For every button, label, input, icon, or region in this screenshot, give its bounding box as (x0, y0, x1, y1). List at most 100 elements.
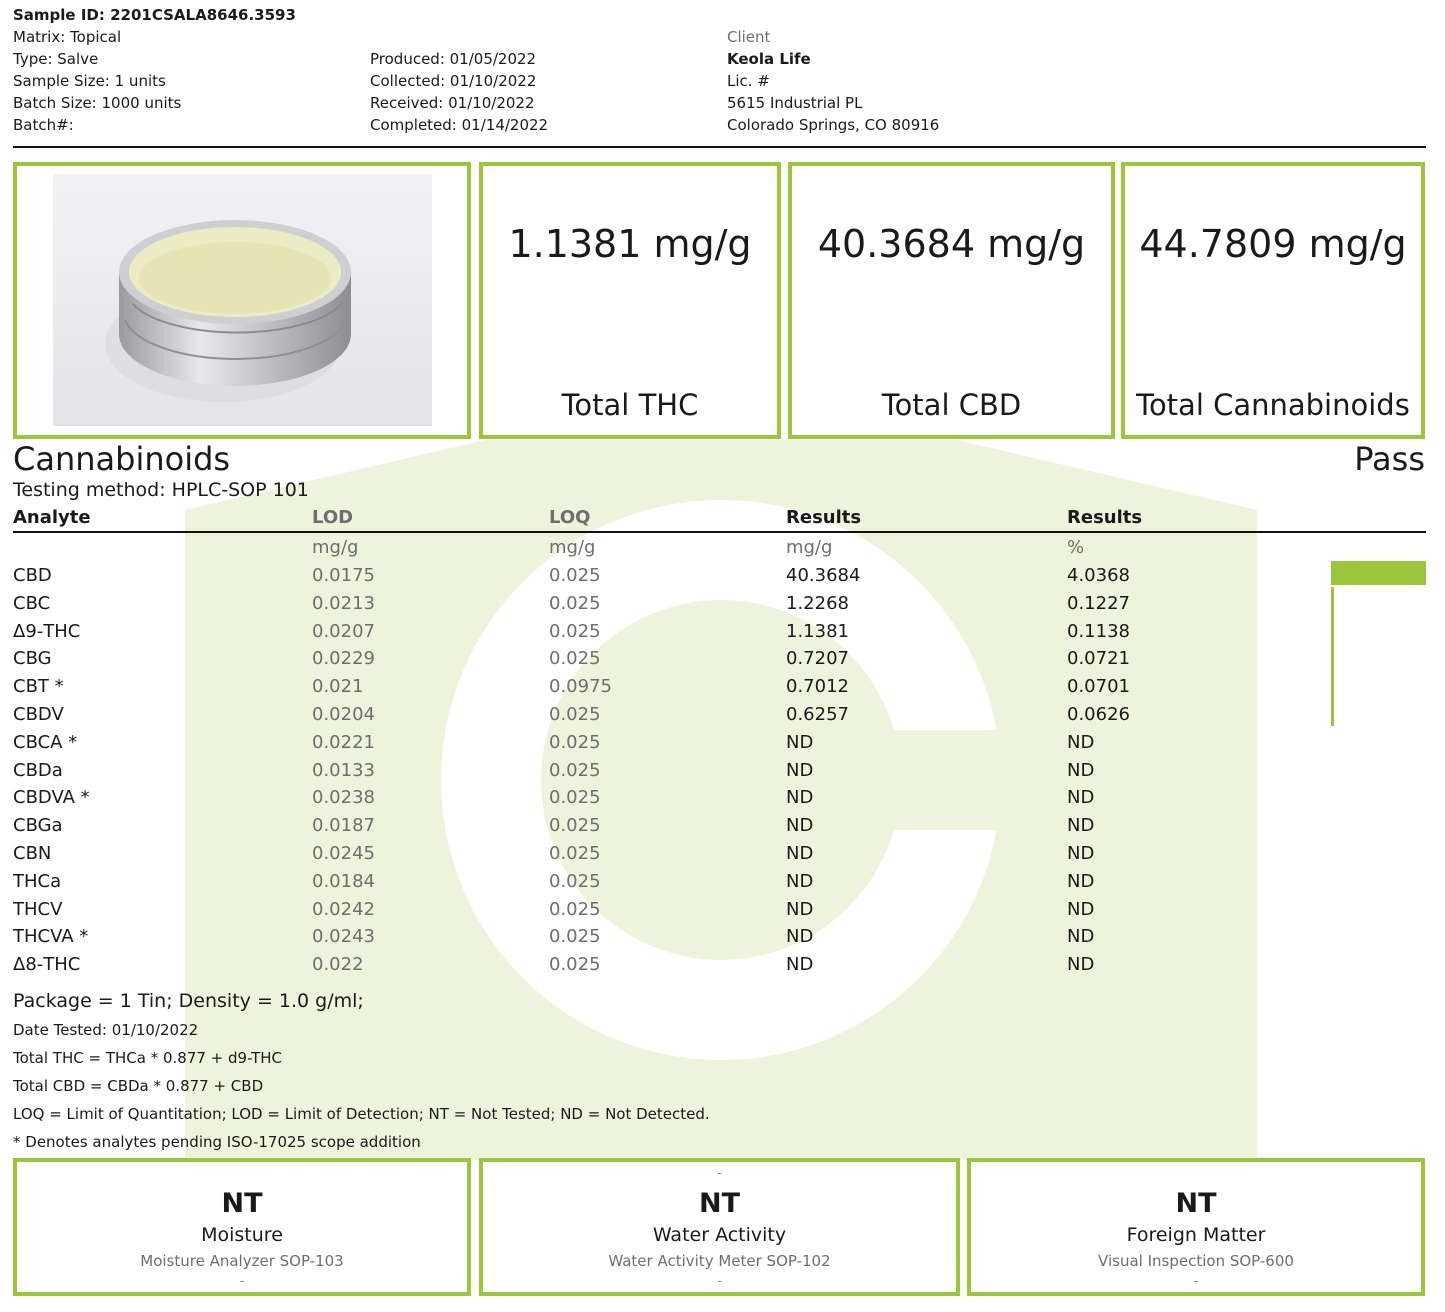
water-activity-value: NT (698, 1188, 740, 1219)
result-pct-value: 0.0721 (1067, 648, 1130, 669)
lod-value: 0.021 (312, 676, 364, 697)
result-mg-value: ND (786, 843, 814, 864)
table-row: THCVA * 0.0243 0.025 ND ND (0, 926, 1445, 954)
table-row: CBDV 0.0204 0.025 0.6257 0.0626 (0, 704, 1445, 732)
result-pct-value: ND (1067, 843, 1095, 864)
lod-value: 0.0204 (312, 704, 375, 725)
lod-value: 0.0213 (312, 593, 375, 614)
analyte-name: CBD (13, 565, 52, 586)
analyte-name: CBDV (13, 704, 64, 725)
water-activity-dash: - (717, 1274, 722, 1289)
total-cannabinoids-card: 44.7809 mg/g Total Cannabinoids (1121, 162, 1425, 439)
loq-value: 0.0975 (549, 676, 612, 697)
total-cbd-label: Total CBD (881, 388, 1022, 422)
lod-value: 0.0175 (312, 565, 375, 586)
col-header-lod: LOD (312, 507, 354, 528)
units-row: mg/g mg/g mg/g % (0, 537, 1445, 565)
product-image-box (13, 162, 471, 439)
result-pct-value: 0.1227 (1067, 593, 1130, 614)
total-thc-value: 1.1381 mg/g (508, 222, 752, 266)
table-row: CBDVA * 0.0238 0.025 ND ND (0, 787, 1445, 815)
foreign-matter-label: Foreign Matter (1126, 1224, 1266, 1246)
collected-date: Collected: 01/10/2022 (370, 72, 537, 90)
lod-value: 0.0245 (312, 843, 375, 864)
water-activity-card: - NT Water Activity Water Activity Meter… (479, 1158, 960, 1296)
loq-value: 0.025 (549, 704, 601, 725)
batch-size: Batch Size: 1000 units (13, 94, 182, 112)
loq-value: 0.025 (549, 926, 601, 947)
col-header-loq: LOQ (549, 507, 591, 528)
sample-dates: Produced: 01/05/2022 Collected: 01/10/20… (370, 48, 548, 136)
result-mg-value: ND (786, 871, 814, 892)
moisture-label: Moisture (201, 1224, 283, 1246)
total-cannabinoids-label: Total Cannabinoids (1136, 388, 1410, 422)
result-pct-value: ND (1067, 732, 1095, 753)
result-pct-value: ND (1067, 871, 1095, 892)
result-bar (1331, 698, 1334, 726)
table-row: CBCA * 0.0221 0.025 ND ND (0, 732, 1445, 760)
lod-value: 0.022 (312, 954, 364, 975)
loq-value: 0.025 (549, 787, 601, 808)
analyte-name: THCVA * (13, 926, 89, 947)
result-mg-value: 1.2268 (786, 593, 849, 614)
loq-value: 0.025 (549, 760, 601, 781)
foreign-matter-value: NT (1175, 1188, 1217, 1219)
col-header-results-pct: Results (1067, 507, 1143, 528)
analyte-name: CBDVA * (13, 787, 90, 808)
result-bar (1331, 615, 1334, 643)
analyte-name: Δ9-THC (13, 621, 81, 642)
result-bar (1331, 670, 1334, 698)
sample-info: Sample ID: 2201CSALA8646.3593 Matrix: To… (13, 4, 296, 136)
result-mg-value: 1.1381 (786, 621, 849, 642)
product-image (53, 174, 432, 426)
result-mg-value: ND (786, 787, 814, 808)
loq-value: 0.025 (549, 815, 601, 836)
result-mg-value: 40.3684 (786, 565, 861, 586)
status-badge: Pass (1354, 440, 1425, 478)
col-header-results-mg: Results (786, 507, 862, 528)
result-bar (1331, 642, 1334, 670)
analyte-name: CBCA * (13, 732, 78, 753)
lod-value: 0.0243 (312, 926, 375, 947)
analyte-name: CBN (13, 843, 52, 864)
client-address-line1: 5615 Industrial PL (727, 94, 863, 112)
result-mg-value: 0.7207 (786, 648, 849, 669)
client-info: Client Keola Life Lic. # 5615 Industrial… (727, 26, 939, 136)
foreign-matter-dash: - (1193, 1274, 1199, 1289)
result-pct-value: 0.1138 (1067, 621, 1130, 642)
loq-value: 0.025 (549, 621, 601, 642)
foreign-matter-card: NT Foreign Matter Visual Inspection SOP-… (967, 1158, 1425, 1296)
result-mg-value: ND (786, 760, 814, 781)
pending-note: * Denotes analytes pending ISO-17025 sco… (13, 1133, 421, 1151)
table-row: CBC 0.0213 0.025 1.2268 0.1227 (0, 593, 1445, 621)
completed-date: Completed: 01/14/2022 (370, 116, 549, 134)
total-cbd-formula: Total CBD = CBDa * 0.877 + CBD (13, 1077, 264, 1095)
client-name: Keola Life (727, 50, 811, 68)
result-mg-value: ND (786, 954, 814, 975)
total-cbd-value: 40.3684 mg/g (817, 222, 1086, 266)
lod-value: 0.0207 (312, 621, 375, 642)
result-pct-value: ND (1067, 899, 1095, 920)
received-date: Received: 01/10/2022 (370, 94, 535, 112)
result-pct-value: ND (1067, 926, 1095, 947)
result-pct-value: ND (1067, 760, 1095, 781)
section-title: Cannabinoids (13, 440, 231, 478)
lod-value: 0.0242 (312, 899, 375, 920)
loq-value: 0.025 (549, 899, 601, 920)
water-activity-top-dash: - (717, 1166, 722, 1181)
result-mg-value: ND (786, 899, 814, 920)
lod-value: 0.0133 (312, 760, 375, 781)
table-row: CBD 0.0175 0.025 40.3684 4.0368 (0, 565, 1445, 593)
unit-results-pct: % (1067, 537, 1085, 558)
water-activity-label: Water Activity (652, 1224, 787, 1246)
produced-date: Produced: 01/05/2022 (370, 50, 537, 68)
abbreviation-legend: LOQ = Limit of Quantitation; LOD = Limit… (13, 1105, 710, 1123)
moisture-value: NT (221, 1188, 263, 1219)
sample-id: Sample ID: 2201CSALA8646.3593 (13, 6, 296, 24)
result-mg-value: 0.7012 (786, 676, 849, 697)
sample-type: Type: Salve (13, 50, 99, 68)
total-cannabinoids-value: 44.7809 mg/g (1139, 222, 1407, 266)
table-row: CBT * 0.021 0.0975 0.7012 0.0701 (0, 676, 1445, 704)
table-row: CBDa 0.0133 0.025 ND ND (0, 760, 1445, 788)
loq-value: 0.025 (549, 843, 601, 864)
